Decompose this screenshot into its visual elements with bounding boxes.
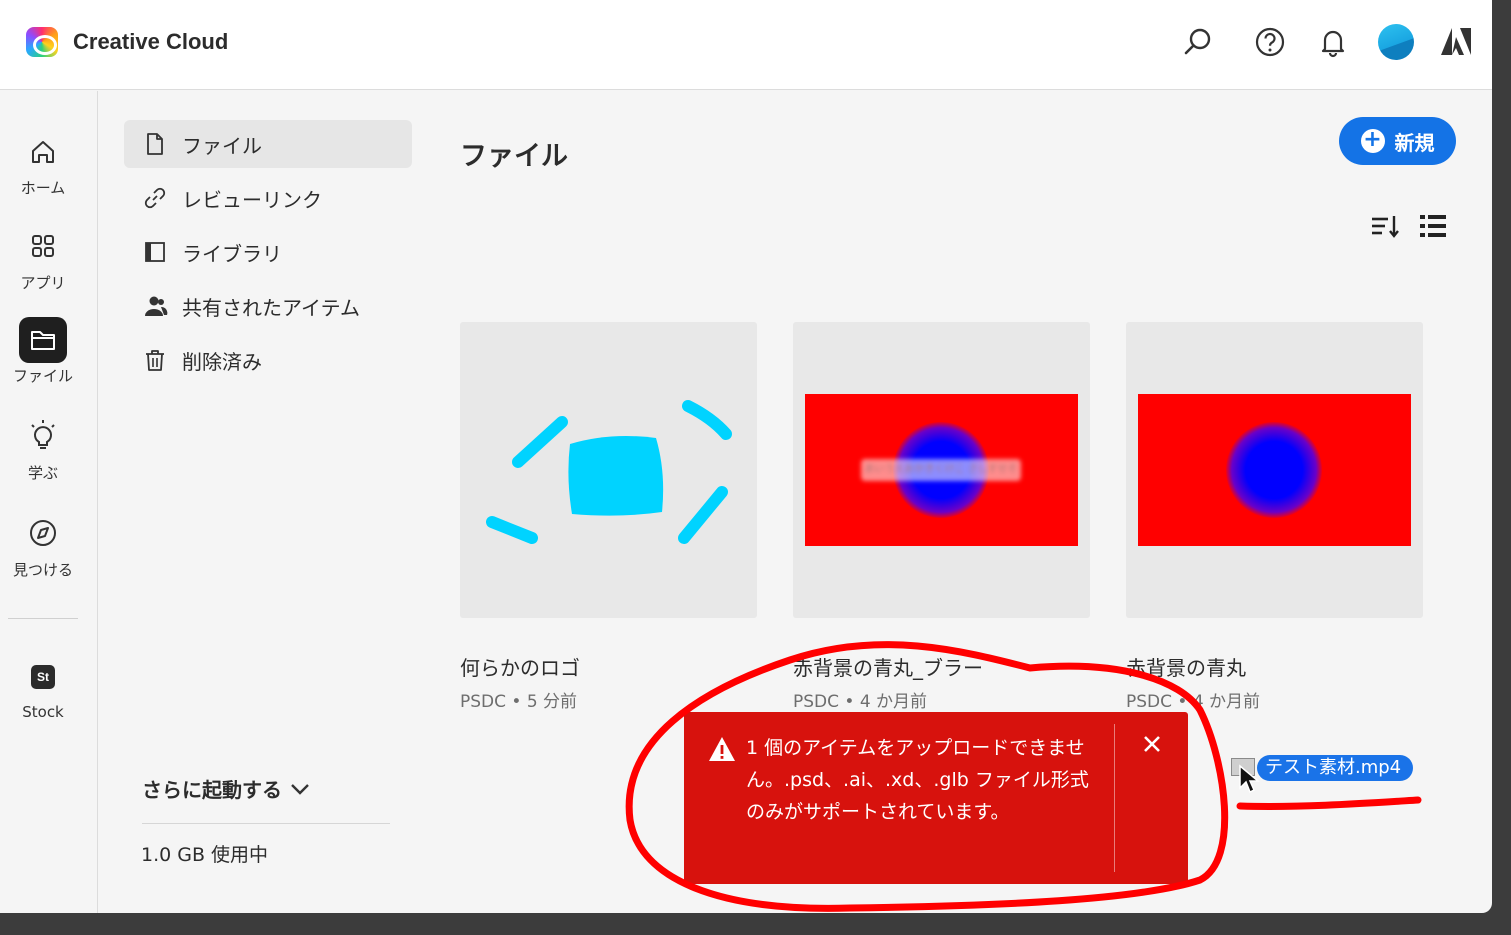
app-window: Creative Cloud ホーム アプリ ファイル 学ぶ 見つける St S… bbox=[0, 0, 1492, 913]
rail-label: 学ぶ bbox=[27, 464, 58, 482]
nav-item-label: レビューリンク bbox=[182, 187, 322, 212]
nav-item-label: 共有されたアイテム bbox=[182, 295, 360, 320]
side-nav: ファイル レビューリンク ライブラリ 共有されたアイテム 削除済み bbox=[124, 120, 412, 390]
nav-item-libraries[interactable]: ライブラリ bbox=[124, 228, 412, 276]
red-bg-blue-circle-image: あいうえおかきくけこ さしすせそ bbox=[805, 394, 1078, 546]
rail-label: アプリ bbox=[20, 274, 66, 292]
creative-cloud-logo[interactable] bbox=[26, 27, 58, 57]
people-icon bbox=[145, 296, 168, 316]
nav-item-deleted[interactable]: 削除済み bbox=[124, 336, 412, 384]
apps-icon bbox=[19, 224, 67, 270]
blue-circle bbox=[1226, 422, 1322, 518]
file-name: 何らかのロゴ bbox=[460, 656, 580, 680]
file-icon bbox=[147, 133, 163, 155]
toast-message: 1 個のアイテムをアップロードできません。.psd、.ai、.xd、.glb フ… bbox=[746, 737, 1089, 823]
top-bar: Creative Cloud bbox=[0, 0, 1492, 90]
rail-label: ファイル bbox=[12, 367, 73, 385]
toast-divider bbox=[1114, 724, 1115, 872]
file-card[interactable]: 何らかのロゴ PSDC • 5 分前 bbox=[460, 322, 757, 712]
stock-icon: St bbox=[31, 665, 55, 689]
nav-item-files[interactable]: ファイル bbox=[124, 120, 412, 168]
nav-item-label: ファイル bbox=[182, 133, 262, 158]
file-name: 赤背景の青丸 bbox=[1126, 656, 1246, 680]
home-icon bbox=[19, 129, 67, 175]
bell-icon[interactable] bbox=[1315, 24, 1351, 60]
file-meta: PSDC • 5 分前 bbox=[460, 692, 578, 712]
search-icon[interactable] bbox=[1180, 24, 1216, 60]
logo-sketch-image bbox=[486, 400, 732, 544]
app-title: Creative Cloud bbox=[73, 29, 229, 54]
dragged-file-label: テスト素材.mp4 bbox=[1257, 755, 1414, 781]
nav-item-review-links[interactable]: レビューリンク bbox=[124, 174, 412, 222]
close-icon[interactable] bbox=[1140, 732, 1164, 756]
list-view-icon[interactable] bbox=[1418, 211, 1448, 241]
storage-divider bbox=[142, 823, 390, 824]
rail-divider bbox=[8, 618, 78, 619]
rail-item-learn[interactable]: 学ぶ bbox=[0, 414, 86, 483]
cursor-icon bbox=[1239, 764, 1260, 794]
chevron-down-icon bbox=[291, 783, 309, 795]
file-thumbnail[interactable] bbox=[460, 322, 757, 618]
file-thumbnail[interactable]: あいうえおかきくけこ さしすせそ bbox=[793, 322, 1090, 618]
new-button-label: 新規 bbox=[1394, 130, 1435, 155]
folder-icon bbox=[19, 317, 67, 363]
error-toast: 1 個のアイテムをアップロードできません。.psd、.ai、.xd、.glb フ… bbox=[684, 712, 1188, 884]
rail-item-apps[interactable]: アプリ bbox=[0, 224, 86, 293]
help-icon[interactable] bbox=[1252, 24, 1288, 60]
red-bg-blue-circle-image bbox=[1138, 394, 1411, 546]
file-thumbnail[interactable] bbox=[1126, 322, 1423, 618]
file-meta: PSDC • 4 か月前 bbox=[1126, 692, 1261, 712]
launch-more-label: さらに起動する bbox=[142, 778, 282, 802]
link-icon bbox=[144, 187, 166, 209]
launch-more-toggle[interactable]: さらに起動する bbox=[142, 774, 310, 803]
blurred-text: あいうえおかきくけこ さしすせそ bbox=[861, 459, 1021, 481]
file-meta: PSDC • 4 か月前 bbox=[793, 692, 928, 712]
nav-item-label: ライブラリ bbox=[182, 241, 282, 266]
rail-label: 見つける bbox=[12, 561, 73, 579]
rail-label: ホーム bbox=[20, 179, 66, 197]
plus-icon: + bbox=[1360, 129, 1385, 153]
adobe-logo[interactable] bbox=[1438, 24, 1474, 60]
lightbulb-icon bbox=[19, 414, 67, 460]
avatar[interactable] bbox=[1378, 24, 1414, 60]
left-rail: ホーム アプリ ファイル 学ぶ 見つける St Stock bbox=[0, 91, 98, 913]
rail-label: Stock bbox=[22, 703, 64, 721]
nav-item-shared[interactable]: 共有されたアイテム bbox=[124, 282, 412, 330]
file-card[interactable]: 赤背景の青丸 PSDC • 4 か月前 bbox=[1126, 322, 1423, 712]
file-name: 赤背景の青丸_ブラー bbox=[793, 656, 983, 680]
storage-usage: 1.0 GB 使用中 bbox=[141, 844, 269, 866]
new-button[interactable]: + 新規 bbox=[1339, 117, 1456, 165]
sort-icon[interactable] bbox=[1370, 211, 1400, 241]
rail-item-home[interactable]: ホーム bbox=[0, 129, 86, 198]
nav-item-label: 削除済み bbox=[182, 349, 262, 374]
file-card[interactable]: あいうえおかきくけこ さしすせそ 赤背景の青丸_ブラー PSDC • 4 か月前 bbox=[793, 322, 1090, 712]
rail-item-stock[interactable]: St Stock bbox=[0, 665, 86, 721]
page-title: ファイル bbox=[460, 141, 568, 172]
rail-item-discover[interactable]: 見つける bbox=[0, 511, 86, 580]
compass-icon bbox=[19, 511, 67, 557]
trash-icon bbox=[146, 350, 164, 371]
library-icon bbox=[145, 242, 165, 262]
warning-icon bbox=[709, 737, 735, 761]
rail-item-files[interactable]: ファイル bbox=[0, 317, 86, 386]
